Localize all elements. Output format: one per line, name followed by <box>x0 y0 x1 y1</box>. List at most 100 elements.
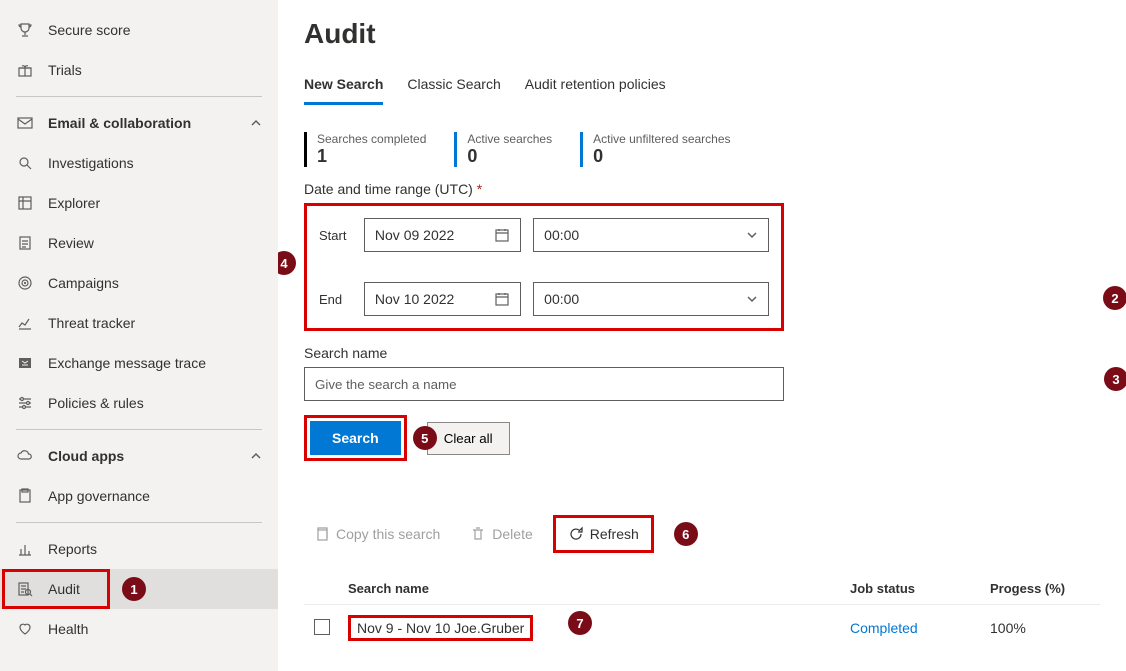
start-time-input[interactable]: 00:00 <box>533 218 769 252</box>
trophy-icon <box>16 21 34 39</box>
nav-label: Email & collaboration <box>48 115 236 131</box>
sidebar-item-threat-tracker[interactable]: Threat tracker <box>0 303 278 343</box>
cloud-icon <box>16 447 34 465</box>
main-content: Audit New Search Classic Search Audit re… <box>278 0 1126 671</box>
end-date-value: Nov 10 2022 <box>375 291 454 307</box>
stat-unfiltered: Active unfiltered searches 0 <box>580 132 730 167</box>
results-table: Search name Job status Progess (%) Nov 9… <box>304 573 1100 651</box>
sidebar-section-email[interactable]: Email & collaboration <box>0 103 278 143</box>
nav-label: Trials <box>48 62 262 78</box>
heart-icon <box>16 620 34 638</box>
audit-icon <box>16 580 34 598</box>
calendar-icon <box>494 291 510 307</box>
row-status: Completed <box>850 620 990 636</box>
search-button[interactable]: Search <box>310 421 401 455</box>
stat-value: 0 <box>467 146 552 167</box>
copy-icon <box>314 526 330 542</box>
chart-icon <box>16 540 34 558</box>
refresh-icon <box>568 526 584 542</box>
chevron-down-icon <box>746 229 758 241</box>
start-date-input[interactable]: Nov 09 2022 <box>364 218 521 252</box>
nav-label: Policies & rules <box>48 395 262 411</box>
sidebar-item-health[interactable]: Health <box>0 609 278 649</box>
target-icon <box>16 274 34 292</box>
sidebar-item-trials[interactable]: Trials <box>0 50 278 90</box>
end-date-input[interactable]: Nov 10 2022 <box>364 282 521 316</box>
table-row[interactable]: Nov 9 - Nov 10 Joe.Gruber 7 Completed 10… <box>304 604 1100 651</box>
col-progress[interactable]: Progess (%) <box>990 581 1100 596</box>
action-bar: Copy this search Delete Refresh 6 <box>304 515 1100 553</box>
clipboard-icon <box>16 487 34 505</box>
chart-line-icon <box>16 314 34 332</box>
clear-all-button[interactable]: Clear all <box>427 422 510 455</box>
delete-button[interactable]: Delete <box>460 520 542 548</box>
start-date-value: Nov 09 2022 <box>375 227 454 243</box>
nav-label: Explorer <box>48 195 262 211</box>
end-time-input[interactable]: 00:00 <box>533 282 769 316</box>
nav-label: Investigations <box>48 155 262 171</box>
nav-label: App governance <box>48 488 262 504</box>
annotation-badge-6: 6 <box>674 522 698 546</box>
sliders-icon <box>16 394 34 412</box>
annotation-badge-3: 3 <box>1104 367 1126 391</box>
sidebar: Secure score Trials Email & collaboratio… <box>0 0 278 671</box>
row-progress: 100% <box>990 620 1100 636</box>
sidebar-item-secure-score[interactable]: Secure score <box>0 10 278 50</box>
stat-value: 1 <box>317 146 426 167</box>
stat-label: Searches completed <box>317 132 426 146</box>
chevron-up-icon <box>250 117 262 129</box>
sidebar-item-review[interactable]: Review <box>0 223 278 263</box>
stat-completed: Searches completed 1 <box>304 132 426 167</box>
date-range-box: Start Nov 09 2022 00:00 End Nov 10 2022 … <box>304 203 784 331</box>
annotation-badge-2: 2 <box>1103 286 1126 310</box>
action-label: Refresh <box>590 526 639 542</box>
sidebar-item-explorer[interactable]: Explorer <box>0 183 278 223</box>
table-header: Search name Job status Progess (%) <box>304 573 1100 604</box>
copy-search-button[interactable]: Copy this search <box>304 520 450 548</box>
col-job-status[interactable]: Job status <box>850 581 990 596</box>
stat-label: Active searches <box>467 132 552 146</box>
trash-icon <box>470 526 486 542</box>
sidebar-item-campaigns[interactable]: Campaigns <box>0 263 278 303</box>
nav-label: Reports <box>48 541 262 557</box>
col-search-name[interactable]: Search name <box>348 581 850 596</box>
refresh-button[interactable]: Refresh <box>558 520 649 548</box>
nav-label: Health <box>48 621 262 637</box>
action-label: Delete <box>492 526 532 542</box>
nav-label: Threat tracker <box>48 315 262 331</box>
row-checkbox[interactable] <box>314 619 330 635</box>
stats-row: Searches completed 1 Active searches 0 A… <box>304 132 1100 167</box>
sidebar-section-cloud[interactable]: Cloud apps <box>0 436 278 476</box>
calendar-icon <box>494 227 510 243</box>
sidebar-item-policies[interactable]: Policies & rules <box>0 383 278 423</box>
sidebar-item-investigations[interactable]: Investigations <box>0 143 278 183</box>
tabs: New Search Classic Search Audit retentio… <box>304 68 1100 106</box>
date-range-label: Date and time range (UTC) * <box>304 181 1100 197</box>
annotation-badge-4: 4 <box>278 251 296 275</box>
divider <box>16 96 262 97</box>
explorer-icon <box>16 194 34 212</box>
row-name: Nov 9 - Nov 10 Joe.Gruber <box>357 620 524 636</box>
nav-label: Campaigns <box>48 275 262 291</box>
clipboard-icon <box>16 234 34 252</box>
start-label: Start <box>319 228 352 243</box>
sidebar-item-app-governance[interactable]: App governance <box>0 476 278 516</box>
tab-retention-policies[interactable]: Audit retention policies <box>525 68 666 105</box>
stat-label: Active unfiltered searches <box>593 132 730 146</box>
annotation-badge-5: 5 <box>413 426 437 450</box>
nav-label: Secure score <box>48 22 262 38</box>
sidebar-item-exchange-trace[interactable]: Exchange message trace <box>0 343 278 383</box>
nav-label: Cloud apps <box>48 448 236 464</box>
end-label: End <box>319 292 352 307</box>
exchange-icon <box>16 354 34 372</box>
divider <box>16 429 262 430</box>
stat-active: Active searches 0 <box>454 132 552 167</box>
sidebar-item-reports[interactable]: Reports <box>0 529 278 569</box>
tab-new-search[interactable]: New Search <box>304 68 383 105</box>
tab-classic-search[interactable]: Classic Search <box>407 68 500 105</box>
search-name-input[interactable] <box>304 367 784 401</box>
action-label: Copy this search <box>336 526 440 542</box>
page-title: Audit <box>304 18 1100 50</box>
start-time-value: 00:00 <box>544 227 579 243</box>
search-name-label: Search name <box>304 345 1100 361</box>
